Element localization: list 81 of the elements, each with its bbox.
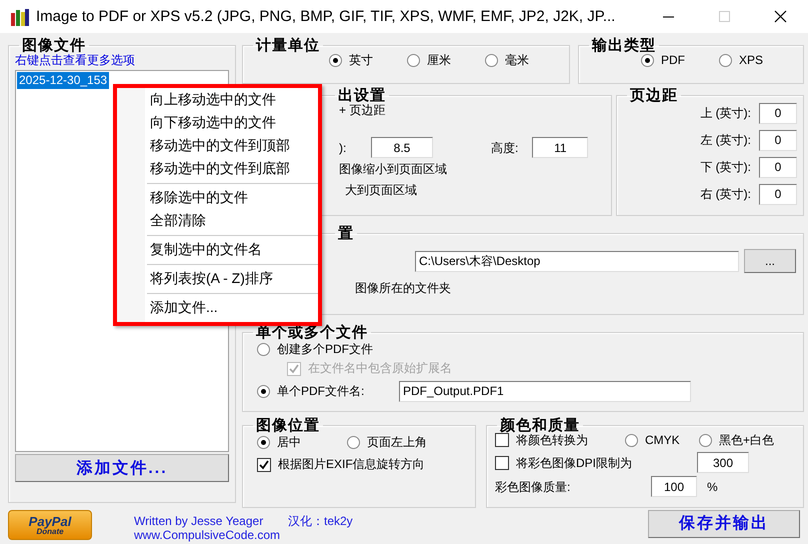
menu-item[interactable]: 向上移动选中的文件 <box>117 88 318 111</box>
radio-button[interactable] <box>329 54 342 67</box>
checkbox-label: 在文件名中包含原始扩展名 <box>308 361 452 376</box>
margin-label: 左 (英寸): <box>700 133 751 148</box>
margin-field[interactable]: 0 <box>759 157 797 178</box>
radio-button[interactable] <box>641 54 654 67</box>
radio-label: 厘米 <box>427 53 451 68</box>
radio-label: 居中 <box>277 435 301 450</box>
group-title: 页边距 <box>628 88 679 103</box>
group-title: 出设置 <box>337 88 387 103</box>
height-field[interactable]: 11 <box>532 137 588 158</box>
option-label: 图像所在的文件夹 <box>355 281 452 296</box>
menu-item[interactable]: 向下移动选中的文件 <box>117 111 318 134</box>
margin-label: 下 (英寸): <box>700 160 751 175</box>
checkbox[interactable] <box>257 458 271 472</box>
file-item[interactable]: 2025-12-30_153 <box>17 72 110 89</box>
percent-label: % <box>707 480 718 494</box>
checkbox-label: 根据图片EXIF信息旋转方向 <box>278 457 425 472</box>
settings-text: + 页边距 <box>339 103 386 118</box>
browse-button[interactable]: ... <box>744 249 796 273</box>
height-label: 高度: <box>491 140 518 156</box>
minimize-icon[interactable] <box>662 16 674 18</box>
menu-item[interactable]: 移动选中的文件到顶部 <box>117 134 318 157</box>
checkbox[interactable] <box>495 456 509 470</box>
radio-label: 黑色+白色 <box>719 433 774 448</box>
radio-label: 英寸 <box>349 53 373 68</box>
option-label: 图像缩小到页面区域 <box>339 162 448 177</box>
author-text: Written by Jesse Yeager <box>134 514 264 528</box>
dpi-field[interactable]: 300 <box>697 452 749 474</box>
menu-item[interactable]: 将列表按(A - Z)排序 <box>117 267 318 290</box>
radio-button[interactable] <box>407 54 420 67</box>
save-and-output-button[interactable]: 保存并输出 <box>648 510 800 538</box>
group-title: 图像文件 <box>21 38 87 53</box>
radio-label: 单个PDF文件名: <box>277 384 364 398</box>
group-title: 颜色和质量 <box>498 418 581 433</box>
radio-label: XPS <box>739 53 764 68</box>
translator-text: 汉化：tek2y <box>288 514 353 528</box>
quality-field[interactable]: 100 <box>651 476 697 498</box>
close-icon[interactable] <box>774 10 786 23</box>
margin-label: 右 (英寸): <box>700 187 751 202</box>
checkbox[interactable] <box>495 433 509 448</box>
path-field[interactable]: C:\Users\木容\Desktop <box>415 250 739 272</box>
hint-text: 右键点击查看更多选项 <box>15 53 136 68</box>
radio-label: CMYK <box>645 433 680 448</box>
website-link[interactable]: www.CompulsiveCode.com <box>134 528 353 543</box>
menu-item[interactable]: 移除选中的文件 <box>117 186 318 209</box>
radio-button[interactable] <box>625 434 638 447</box>
width-label: ): <box>339 140 348 156</box>
radio-label: 页面左上角 <box>367 435 427 450</box>
filename-field[interactable]: PDF_Output.PDF1 <box>399 380 691 402</box>
group-title: 置 <box>337 226 355 241</box>
menu-item[interactable]: 复制选中的文件名 <box>117 238 318 261</box>
radio-button[interactable] <box>257 436 270 449</box>
radio-button[interactable] <box>485 54 498 67</box>
radio-button[interactable] <box>257 384 270 398</box>
margin-field[interactable]: 0 <box>759 103 797 124</box>
radio-button[interactable] <box>719 54 732 67</box>
margin-label: 上 (英寸): <box>700 106 751 121</box>
menu-item[interactable]: 移动选中的文件到底部 <box>117 157 318 180</box>
add-files-button[interactable]: 添加文件... <box>15 454 229 482</box>
group-title: 计量单位 <box>254 38 321 53</box>
option-label: 大到页面区域 <box>344 182 418 198</box>
radio-label: PDF <box>661 53 685 68</box>
group-title: 输出类型 <box>590 38 657 53</box>
margin-field[interactable]: 0 <box>759 184 797 205</box>
radio-label: 创建多个PDF文件 <box>277 342 373 356</box>
paypal-donate-button[interactable]: PayPal Donate <box>8 510 92 540</box>
window-title: Image to PDF or XPS v5.2 (JPG, PNG, BMP, GIF, TIF, XPS, WMF, EMF, JP2, J2K, JP... <box>36 8 616 26</box>
app-icon <box>10 6 30 26</box>
menu-item[interactable]: 全部清除 <box>117 209 318 232</box>
radio-button[interactable] <box>347 436 360 449</box>
width-field[interactable]: 8.5 <box>371 137 433 158</box>
menu-item[interactable]: 添加文件... <box>117 296 318 319</box>
radio-label: 毫米 <box>505 53 529 68</box>
group-title: 图像位置 <box>255 418 321 433</box>
checkbox-label: 将颜色转换为 <box>516 433 588 448</box>
radio-button[interactable] <box>699 434 712 447</box>
radio-button[interactable] <box>257 342 270 356</box>
checkbox-label: 将彩色图像DPI限制为 <box>516 456 632 470</box>
margin-field[interactable]: 0 <box>759 130 797 151</box>
quality-label: 彩色图像质量: <box>495 480 572 494</box>
